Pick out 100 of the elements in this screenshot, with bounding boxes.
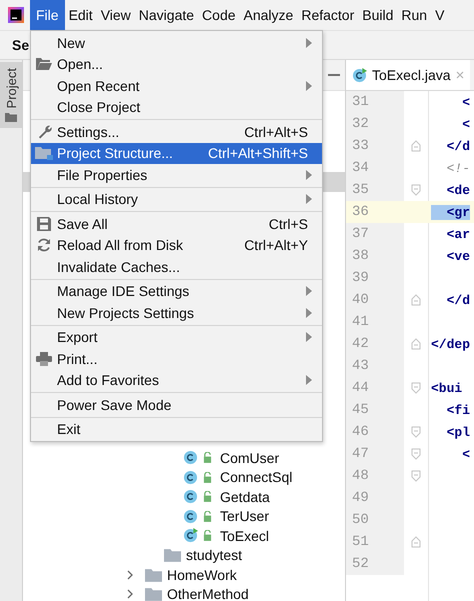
- line-number: 48: [346, 465, 404, 487]
- chevron-right-icon[interactable]: [127, 589, 133, 600]
- line-number: 35: [346, 179, 404, 201]
- line-number: 39: [346, 267, 404, 289]
- menu-item[interactable]: Settings... Ctrl+Alt+S: [31, 121, 322, 142]
- menu-item[interactable]: Power Save Mode: [31, 394, 322, 416]
- fold-icon[interactable]: [411, 184, 421, 196]
- tree-item[interactable]: HomeWork: [23, 565, 345, 584]
- code-line: <bui: [431, 380, 462, 396]
- lock-icon: [203, 530, 212, 542]
- close-icon[interactable]: [456, 71, 464, 79]
- line-number: 50: [346, 509, 404, 531]
- runnable-class-icon: [183, 528, 198, 544]
- class-icon: [183, 489, 198, 504]
- menu-item[interactable]: Project Structure... Ctrl+Alt+Shift+S: [31, 142, 322, 164]
- menu-item[interactable]: Close Project: [31, 96, 322, 118]
- shortcut-label: Ctrl+Alt+Shift+S: [208, 145, 308, 162]
- line-number: 46: [346, 421, 404, 443]
- line-number: 32: [346, 113, 404, 135]
- line-number: 38: [346, 245, 404, 267]
- menu-item[interactable]: Local History: [31, 188, 322, 210]
- menu-item[interactable]: New: [31, 32, 322, 54]
- line-number: 49: [346, 487, 404, 509]
- line-number: 40: [346, 289, 404, 311]
- lock-icon: [203, 452, 212, 464]
- folder-icon: [164, 548, 181, 562]
- toolbar-title: Se: [11, 37, 30, 53]
- fold-icon[interactable]: [411, 470, 421, 482]
- tree-item[interactable]: TerUser: [23, 506, 345, 526]
- code-line: <ve: [446, 248, 470, 264]
- folder-icon: [145, 587, 162, 601]
- tree-item[interactable]: OtherMethod: [23, 584, 345, 601]
- line-number: 43: [346, 355, 404, 377]
- menu-item[interactable]: New Projects Settings: [31, 302, 322, 324]
- line-number: 34: [346, 157, 404, 179]
- line-number: 45: [346, 399, 404, 421]
- app-logo-icon[interactable]: [8, 7, 24, 23]
- lock-icon: [203, 491, 212, 502]
- fold-end-icon[interactable]: [411, 140, 421, 152]
- chevron-right-icon[interactable]: [127, 570, 133, 580]
- code-line: <fi: [446, 402, 470, 418]
- menu-item[interactable]: Manage IDE Settings: [31, 280, 322, 302]
- code-line: <ar: [446, 226, 470, 242]
- fold-icon[interactable]: [411, 382, 421, 394]
- menu-item[interactable]: Reload All from Disk Ctrl+Alt+Y: [31, 234, 322, 256]
- folder-icon: [35, 146, 53, 160]
- fold-end-icon[interactable]: [411, 294, 421, 306]
- class-icon: [183, 450, 198, 466]
- code-line: <: [461, 446, 470, 462]
- code-line: </d: [446, 138, 470, 154]
- tree-item[interactable]: ConnectSql: [23, 468, 345, 487]
- line-number: 41: [346, 311, 404, 333]
- code-line: <!-: [446, 160, 470, 176]
- fold-end-icon[interactable]: [411, 338, 421, 350]
- line-number: 52: [346, 553, 404, 575]
- tree-item[interactable]: Getdata: [23, 487, 345, 506]
- save-icon: [37, 216, 51, 231]
- line-number: 36: [351, 203, 370, 222]
- menu-item[interactable]: Add to Favorites: [31, 370, 322, 391]
- shortcut-label: Ctrl+Alt+S: [244, 124, 308, 140]
- shortcut-label: Ctrl+S: [268, 216, 308, 232]
- line-number: 47: [346, 443, 404, 465]
- menu-item[interactable]: Print...: [31, 348, 322, 370]
- menu-item[interactable]: File Properties: [31, 164, 322, 186]
- line-number: 33: [346, 135, 404, 157]
- menu-bar-item[interactable]: Edit: [64, 0, 97, 30]
- reload-icon: [37, 238, 51, 252]
- menu-item[interactable]: Save All Ctrl+S: [31, 213, 322, 234]
- menu-item[interactable]: Invalidate Caches...: [31, 256, 322, 278]
- line-number: 44: [346, 377, 404, 399]
- fold-icon[interactable]: [411, 448, 421, 460]
- menu-bar-item[interactable]: Analyze: [240, 0, 298, 30]
- folder-icon: [5, 112, 17, 122]
- shortcut-label: Ctrl+Alt+Y: [244, 237, 308, 254]
- tree-item[interactable]: studytest: [23, 546, 345, 565]
- menu-bar-item[interactable]: V: [431, 0, 448, 30]
- menu-bar-item[interactable]: Refactor: [297, 0, 358, 30]
- fold-icon[interactable]: [411, 426, 421, 438]
- menu-item[interactable]: Export: [31, 326, 322, 348]
- menu-bar-item[interactable]: File: [30, 0, 65, 30]
- line-number: 42: [346, 333, 404, 355]
- fold-end-icon[interactable]: [411, 536, 421, 548]
- menu-bar-item[interactable]: View: [96, 0, 135, 30]
- tree-item[interactable]: ComUser: [23, 448, 345, 468]
- folder-icon: [36, 58, 52, 70]
- tree-item[interactable]: ToExecl: [23, 526, 345, 546]
- menu-bar-item[interactable]: Navigate: [134, 0, 198, 30]
- menu-bar-item[interactable]: Run: [397, 0, 432, 30]
- line-number: 51: [346, 531, 404, 553]
- menu-item[interactable]: Open Recent: [31, 75, 322, 96]
- lock-icon: [203, 472, 212, 483]
- lock-icon: [203, 510, 212, 522]
- menu-bar-item[interactable]: Build: [358, 0, 398, 30]
- menu-item[interactable]: Open...: [31, 54, 322, 75]
- wrench-icon: [36, 124, 52, 140]
- editor-tab[interactable]: ToExecl.java: [346, 60, 470, 90]
- menu-bar-item[interactable]: Code: [198, 0, 240, 30]
- code-line: </dep: [431, 336, 470, 352]
- menu-item[interactable]: Exit: [31, 418, 322, 440]
- tool-window-tab[interactable]: Project: [0, 62, 22, 128]
